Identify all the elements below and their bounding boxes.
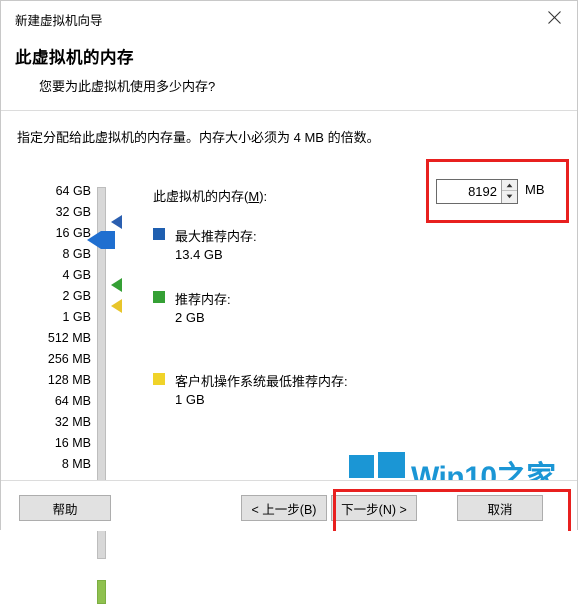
memory-label-pre: 此虚拟机的内存( xyxy=(153,189,249,204)
memory-slider-thumb[interactable] xyxy=(87,231,101,249)
page-title: 此虚拟机的内存 xyxy=(15,49,134,67)
memory-unit-label: MB xyxy=(525,182,545,197)
scale-label: 2 GB xyxy=(62,289,92,303)
scale-label: 512 MB xyxy=(47,331,91,345)
spinner-down-icon[interactable] xyxy=(502,191,517,202)
scale-label: 4 GB xyxy=(62,268,92,282)
scale-label: 16 GB xyxy=(55,226,91,240)
memory-scale-labels: 64 GB 32 GB 16 GB 8 GB 4 GB 2 GB 1 GB 51… xyxy=(15,181,91,496)
close-icon[interactable] xyxy=(531,1,577,34)
memory-slider-thumb-body[interactable] xyxy=(101,231,115,249)
memory-label-accesskey: M xyxy=(248,189,260,204)
legend-value-recommended: 2 GB xyxy=(175,310,205,325)
title-bar: 新建虚拟机向导 xyxy=(1,1,577,35)
scale-label: 256 MB xyxy=(47,352,91,366)
legend-title-recommended: 推荐内存: xyxy=(175,292,231,307)
scale-label: 8 GB xyxy=(62,247,92,261)
scale-label: 32 MB xyxy=(54,415,91,429)
wizard-window: 新建虚拟机向导 此虚拟机的内存 您要为此虚拟机使用多少内存? 指定分配给此虚拟机… xyxy=(0,0,578,604)
legend-title-minimum: 客户机操作系统最低推荐内存: xyxy=(175,374,348,389)
memory-slider-fill xyxy=(97,580,106,604)
memory-input[interactable] xyxy=(437,180,501,203)
footer-highlight xyxy=(333,489,571,531)
scale-label: 1 GB xyxy=(62,310,92,324)
memory-field-label: 此虚拟机的内存(M): xyxy=(153,186,267,205)
legend-swatch-minimum-icon xyxy=(153,373,165,385)
scale-label: 32 GB xyxy=(55,205,91,219)
max-recommended-marker-icon xyxy=(111,215,122,229)
legend-swatch-recommended-icon xyxy=(153,291,165,303)
memory-spinner[interactable] xyxy=(436,179,518,204)
wizard-body: 指定分配给此虚拟机的内存量。内存大小必须为 4 MB 的倍数。 64 GB 32… xyxy=(1,111,577,604)
minimum-recommended-marker-icon xyxy=(111,299,122,313)
wizard-header: 此虚拟机的内存 您要为此虚拟机使用多少内存? xyxy=(1,35,577,110)
legend-value-max: 13.4 GB xyxy=(175,247,223,262)
scale-label: 128 MB xyxy=(47,373,91,387)
legend-value-minimum: 1 GB xyxy=(175,392,205,407)
help-button[interactable]: 帮助 xyxy=(19,495,111,521)
legend-swatch-max-icon xyxy=(153,228,165,240)
scale-label: 64 GB xyxy=(55,184,91,198)
memory-label-post: ): xyxy=(259,189,268,204)
scale-label: 16 MB xyxy=(54,436,91,450)
scale-label: 64 MB xyxy=(54,394,91,408)
back-button[interactable]: < 上一步(B) xyxy=(241,495,327,521)
memory-spinner-buttons[interactable] xyxy=(501,180,517,203)
window-title: 新建虚拟机向导 xyxy=(15,14,103,28)
recommended-marker-icon xyxy=(111,278,122,292)
instruction-text: 指定分配给此虚拟机的内存量。内存大小必须为 4 MB 的倍数。 xyxy=(17,130,380,145)
scale-label: 8 MB xyxy=(61,457,91,471)
page-subtitle: 您要为此虚拟机使用多少内存? xyxy=(39,79,216,94)
legend-title-max: 最大推荐内存: xyxy=(175,229,257,244)
spinner-up-icon[interactable] xyxy=(502,180,517,191)
